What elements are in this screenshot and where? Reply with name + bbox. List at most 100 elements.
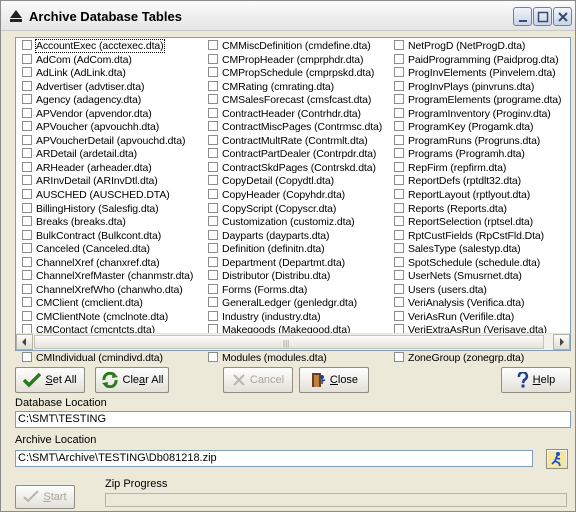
start-button[interactable]: Start — [15, 485, 75, 509]
table-checkbox-item[interactable]: ReportDefs (rptdlt32.dta) — [394, 175, 561, 189]
checkbox[interactable] — [208, 67, 218, 78]
database-location-field[interactable]: C:\SMT\TESTING — [15, 411, 571, 428]
checkbox[interactable] — [394, 351, 404, 362]
table-checkbox-item[interactable]: ProgramInventory (Proginv.dta) — [394, 107, 561, 122]
checkbox[interactable] — [22, 121, 32, 132]
table-checkbox-item[interactable]: ContractMiscPages (Contrmsc.dta) — [208, 121, 382, 135]
close-button[interactable]: Close — [299, 367, 369, 393]
table-checkbox-item[interactable]: CMMiscDefinition (cmdefine.dta) — [208, 40, 382, 54]
table-checkbox-item[interactable]: CMPropHeader (cmprphdr.dta) — [208, 53, 382, 68]
checkbox[interactable] — [22, 53, 32, 64]
table-checkbox-item[interactable]: CMSalesForecast (cmsfcast.dta) — [208, 94, 382, 108]
checkbox[interactable] — [22, 202, 32, 213]
scroll-thumb[interactable]: ||| — [34, 335, 544, 349]
checkbox[interactable] — [208, 161, 218, 172]
table-checkbox-item[interactable]: UserNets (Smusrnet.dta) — [394, 270, 561, 284]
table-checkbox-item[interactable]: RepFirm (repfirm.dta) — [394, 161, 561, 176]
table-checkbox-item[interactable]: CMIndividual (cmindivd.dta) — [22, 351, 193, 366]
checkbox[interactable] — [394, 229, 404, 240]
checkbox[interactable] — [22, 67, 32, 78]
table-checkbox-item[interactable]: SpotSchedule (schedule.dta) — [394, 256, 561, 271]
checkbox[interactable] — [394, 216, 404, 227]
table-checkbox-item[interactable]: Department (Departmt.dta) — [208, 256, 382, 271]
cancel-button[interactable]: Cancel — [223, 367, 293, 393]
minimize-button[interactable] — [513, 7, 532, 26]
table-checkbox-item[interactable]: Canceled (Canceled.dta) — [22, 243, 193, 257]
checkbox[interactable] — [208, 148, 218, 159]
checkbox[interactable] — [22, 134, 32, 145]
table-checkbox-item[interactable]: VeriAnalysis (Verifica.dta) — [394, 297, 561, 311]
table-checkbox-item[interactable]: ProgInvPlays (pinvruns.dta) — [394, 80, 561, 95]
checkbox[interactable] — [394, 121, 404, 132]
table-checkbox-item[interactable]: Customization (customiz.dta) — [208, 216, 382, 230]
checkbox[interactable] — [22, 216, 32, 227]
table-checkbox-item[interactable]: ProgramKey (Progamk.dta) — [394, 121, 561, 135]
checkbox[interactable] — [22, 283, 32, 294]
checkbox[interactable] — [208, 202, 218, 213]
checkbox[interactable] — [394, 67, 404, 78]
table-checkbox-item[interactable]: APVendor (apvendor.dta) — [22, 107, 193, 122]
checkbox[interactable] — [22, 229, 32, 240]
checkbox[interactable] — [22, 297, 32, 308]
archive-location-field[interactable]: C:\SMT\Archive\TESTING\Db081218.zip — [15, 450, 533, 467]
checkbox[interactable] — [208, 243, 218, 254]
checkbox[interactable] — [394, 53, 404, 64]
set-all-button[interactable]: Set All — [15, 367, 85, 393]
checkbox[interactable] — [208, 189, 218, 200]
table-checkbox-item[interactable]: Breaks (breaks.dta) — [22, 216, 193, 230]
table-checkbox-item[interactable]: CopyHeader (Copyhdr.dta) — [208, 189, 382, 203]
table-checkbox-item[interactable]: ContractMultRate (Contrmlt.dta) — [208, 134, 382, 149]
checkbox[interactable] — [22, 243, 32, 254]
checkbox[interactable] — [208, 297, 218, 308]
checkbox[interactable] — [394, 189, 404, 200]
table-checkbox-item[interactable]: Reports (Reports.dta) — [394, 202, 561, 217]
checkbox[interactable] — [208, 107, 218, 118]
checkbox[interactable] — [394, 175, 404, 186]
table-checkbox-item[interactable]: AUSCHED (AUSCHED.DTA) — [22, 189, 193, 203]
table-checkbox-item[interactable]: VeriAsRun (Verifile.dta) — [394, 310, 561, 325]
checkbox[interactable] — [22, 161, 32, 172]
table-checkbox-item[interactable]: ARHeader (arheader.dta) — [22, 161, 193, 176]
table-checkbox-item[interactable]: AdCom (AdCom.dta) — [22, 53, 193, 68]
checkbox[interactable] — [22, 80, 32, 91]
checkbox[interactable] — [208, 216, 218, 227]
checkbox[interactable] — [22, 148, 32, 159]
table-checkbox-item[interactable]: ProgInvElements (Pinvelem.dta) — [394, 67, 561, 81]
checkbox[interactable] — [208, 134, 218, 145]
checkbox[interactable] — [394, 148, 404, 159]
checkbox[interactable] — [22, 310, 32, 321]
checkbox[interactable] — [22, 270, 32, 281]
table-checkbox-item[interactable]: Industry (industry.dta) — [208, 310, 382, 325]
close-window-button[interactable] — [553, 7, 572, 26]
table-checkbox-item[interactable]: ZoneGroup (zonegrp.dta) — [394, 351, 561, 366]
clear-all-button[interactable]: Clear All — [95, 367, 169, 393]
checkbox[interactable] — [394, 297, 404, 308]
checkbox[interactable] — [394, 283, 404, 294]
checkbox[interactable] — [208, 270, 218, 281]
table-checkbox-item[interactable]: Programs (Programh.dta) — [394, 148, 561, 162]
checkbox[interactable] — [22, 189, 32, 200]
table-checkbox-item[interactable]: ReportLayout (rptlyout.dta) — [394, 189, 561, 203]
table-checkbox-item[interactable]: ChannelXrefWho (chanwho.dta) — [22, 283, 193, 298]
table-checkbox-item[interactable]: APVoucherDetail (apvouchd.dta) — [22, 134, 193, 149]
table-checkbox-item[interactable]: Agency (adagency.dta) — [22, 94, 193, 108]
table-checkbox-item[interactable]: ContractSkdPages (Contrskd.dta) — [208, 161, 382, 176]
table-checkbox-item[interactable]: ProgramRuns (Progruns.dta) — [394, 134, 561, 149]
table-checkbox-item[interactable]: NetProgD (NetProgD.dta) — [394, 40, 561, 54]
table-checkbox-item[interactable]: BulkContract (Bulkcont.dta) — [22, 229, 193, 244]
checkbox[interactable] — [208, 121, 218, 132]
table-checkbox-item[interactable]: BillingHistory (Salesfig.dta) — [22, 202, 193, 217]
table-checkbox-item[interactable]: CMRating (cmrating.dta) — [208, 80, 382, 95]
table-checkbox-item[interactable]: Users (users.dta) — [394, 283, 561, 298]
checkbox[interactable] — [208, 256, 218, 267]
table-checkbox-item[interactable]: SalesType (salestyp.dta) — [394, 243, 561, 257]
table-checkbox-item[interactable]: ContractHeader (Contrhdr.dta) — [208, 107, 382, 122]
table-checkbox-item[interactable]: ReportSelection (rptsel.dta) — [394, 216, 561, 230]
table-checkbox-item[interactable]: Dayparts (dayparts.dta) — [208, 229, 382, 244]
checkbox[interactable] — [208, 94, 218, 105]
checkbox[interactable] — [22, 94, 32, 105]
checkbox[interactable] — [208, 310, 218, 321]
table-checkbox-item[interactable]: CopyScript (Copyscr.dta) — [208, 202, 382, 217]
checkbox[interactable] — [208, 53, 218, 64]
checkbox[interactable] — [394, 40, 404, 50]
